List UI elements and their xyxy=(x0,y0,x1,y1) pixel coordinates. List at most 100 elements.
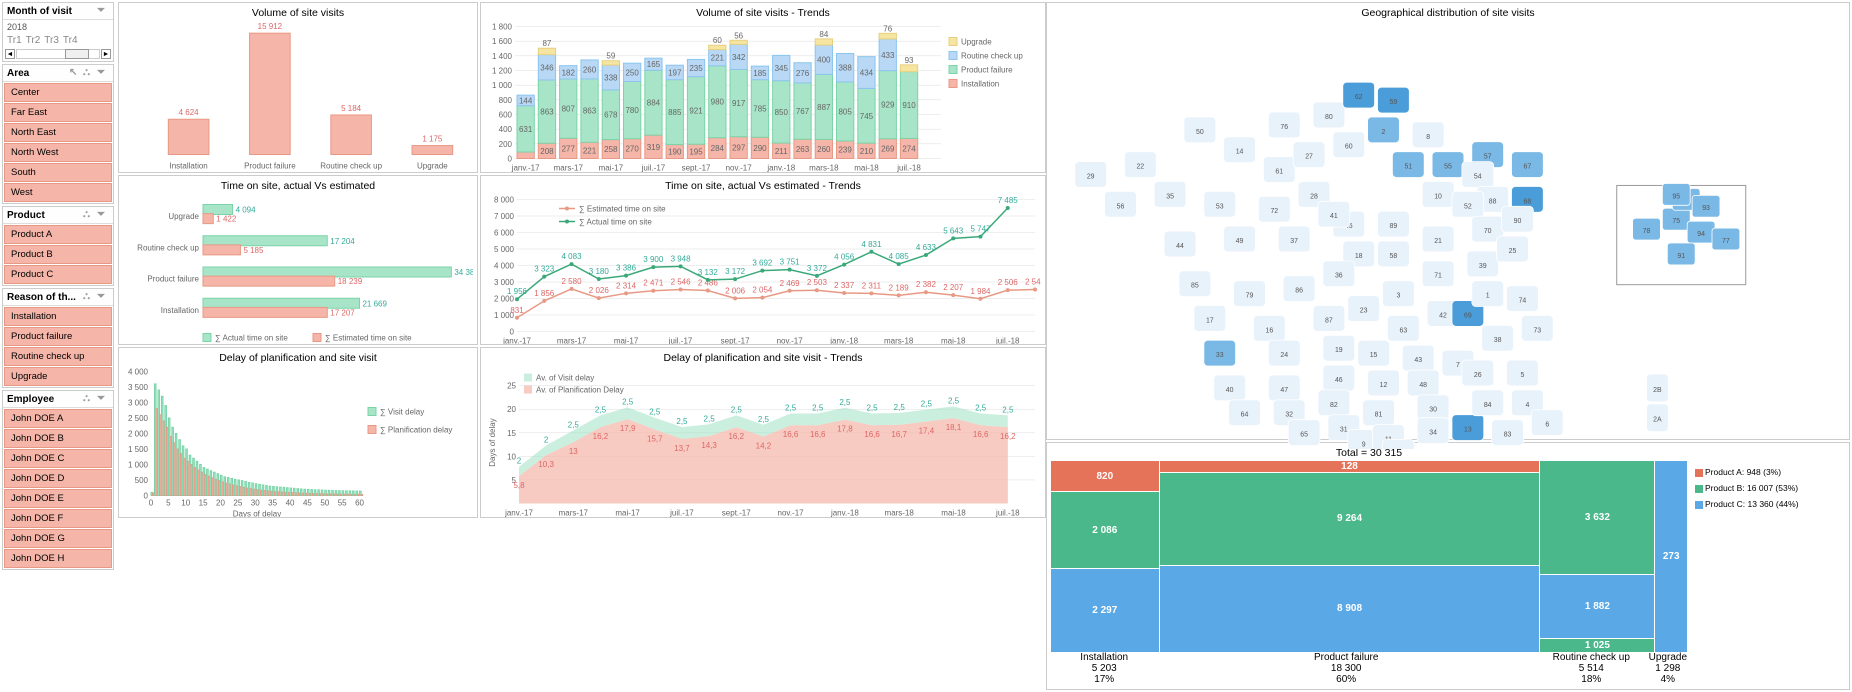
svg-text:2 382: 2 382 xyxy=(916,280,937,289)
svg-text:1 000: 1 000 xyxy=(128,461,149,470)
svg-text:∑ Actual time on site: ∑ Actual time on site xyxy=(579,217,652,226)
svg-text:3 000: 3 000 xyxy=(494,278,515,287)
svg-text:Days of delay: Days of delay xyxy=(488,418,497,466)
svg-text:2,5: 2,5 xyxy=(649,408,661,417)
svg-text:9: 9 xyxy=(1362,441,1366,448)
filter-item[interactable]: John DOE B xyxy=(4,429,112,448)
svg-text:93: 93 xyxy=(1702,205,1710,212)
filter-item[interactable]: John DOE D xyxy=(4,469,112,488)
filter-title: Reason of th... xyxy=(7,292,76,303)
svg-text:60: 60 xyxy=(355,499,364,508)
svg-text:20: 20 xyxy=(507,405,516,414)
chart-map: Geographical distribution of site visits… xyxy=(1046,2,1850,440)
svg-text:18,1: 18,1 xyxy=(946,423,962,432)
clear-filter-icon[interactable]: ⏷ xyxy=(97,67,109,79)
slider-prev[interactable]: ◄ xyxy=(5,49,15,59)
treemap-cell[interactable]: 128 xyxy=(1160,461,1540,472)
filter-item[interactable]: John DOE E xyxy=(4,489,112,508)
filter-item[interactable]: Far East xyxy=(4,103,112,122)
treemap-cell[interactable]: 2 086 xyxy=(1051,492,1159,568)
filter-item[interactable]: Product C xyxy=(4,265,112,284)
filter-item[interactable]: John DOE G xyxy=(4,529,112,548)
treemap-cell[interactable]: 820 xyxy=(1051,461,1159,491)
filter-item[interactable]: Product B xyxy=(4,245,112,264)
treemap-cell[interactable]: 1 025 xyxy=(1540,639,1654,652)
treemap-cell[interactable]: 9 264 xyxy=(1160,473,1540,565)
svg-text:200: 200 xyxy=(499,140,513,149)
filter-item[interactable]: John DOE C xyxy=(4,449,112,468)
svg-text:16,6: 16,6 xyxy=(810,430,826,439)
svg-text:7 485: 7 485 xyxy=(998,195,1019,204)
svg-text:77: 77 xyxy=(1722,238,1730,245)
multi-select-icon[interactable]: ⛬ xyxy=(83,209,95,221)
svg-text:23: 23 xyxy=(1360,307,1368,314)
filter-item[interactable]: Upgrade xyxy=(4,367,112,386)
month-slider[interactable]: ◄► xyxy=(3,47,113,61)
clear-filter-icon[interactable]: ⏷ xyxy=(97,209,109,221)
multi-select-icon[interactable]: ⛬ xyxy=(83,393,95,405)
svg-text:mars-18: mars-18 xyxy=(809,164,839,173)
svg-text:82: 82 xyxy=(1330,402,1338,409)
svg-text:921: 921 xyxy=(689,106,703,115)
filter-item[interactable]: Installation xyxy=(4,307,112,326)
svg-text:1 800: 1 800 xyxy=(492,23,513,32)
svg-text:182: 182 xyxy=(562,68,576,77)
filter-item[interactable]: South xyxy=(4,163,112,182)
filter-item[interactable]: John DOE A xyxy=(4,409,112,428)
svg-text:Installation: Installation xyxy=(961,80,999,89)
filter-item[interactable]: Product failure xyxy=(4,327,112,346)
filter-icon[interactable]: ⏷ xyxy=(97,5,109,17)
treemap-cell[interactable]: 8 908 xyxy=(1160,566,1540,652)
clear-filter-icon[interactable]: ⏷ xyxy=(97,393,109,405)
svg-text:3 692: 3 692 xyxy=(752,258,773,267)
svg-text:19: 19 xyxy=(1335,347,1343,354)
svg-text:3 386: 3 386 xyxy=(616,263,637,272)
svg-text:1 175: 1 175 xyxy=(422,135,443,144)
svg-text:269: 269 xyxy=(881,145,895,154)
clear-filter-icon[interactable]: ⏷ xyxy=(97,291,109,303)
multi-select-icon[interactable]: ⛬ xyxy=(83,291,95,303)
chart-grid: Volume of site visits4 624Installation15… xyxy=(116,0,1044,692)
svg-text:274: 274 xyxy=(902,144,916,153)
treemap-cell[interactable]: 3 632 xyxy=(1540,461,1654,574)
svg-text:24: 24 xyxy=(1280,352,1288,359)
svg-text:14: 14 xyxy=(1236,149,1244,156)
svg-text:67: 67 xyxy=(1524,164,1532,171)
svg-text:807: 807 xyxy=(562,105,576,114)
svg-text:55: 55 xyxy=(1444,164,1452,171)
svg-text:2 500: 2 500 xyxy=(128,414,149,423)
filter-title: Month of visit xyxy=(7,6,72,17)
svg-text:270: 270 xyxy=(625,145,639,154)
svg-text:0: 0 xyxy=(510,327,515,336)
svg-text:34: 34 xyxy=(1429,430,1437,437)
filter-title: Employee xyxy=(7,394,54,405)
svg-text:12: 12 xyxy=(1380,382,1388,389)
svg-text:3 172: 3 172 xyxy=(725,267,746,276)
filter-product: Product⛬⏷ Product AProduct BProduct C xyxy=(2,206,114,286)
svg-text:17,9: 17,9 xyxy=(620,424,636,433)
filter-item[interactable]: John DOE H xyxy=(4,549,112,568)
filter-item[interactable]: Center xyxy=(4,83,112,102)
filter-item[interactable]: West xyxy=(4,183,112,202)
cursor-icon: ↖ xyxy=(69,67,81,79)
slider-thumb[interactable] xyxy=(65,49,89,59)
svg-text:16,6: 16,6 xyxy=(864,430,880,439)
treemap-cell[interactable]: 273 xyxy=(1655,461,1687,652)
filter-item[interactable]: John DOE F xyxy=(4,509,112,528)
filter-sidebar: Month of visit⏷ 2018 Tr1Tr2Tr3Tr4 ◄► Are… xyxy=(0,0,116,692)
svg-text:32: 32 xyxy=(1285,412,1293,419)
treemap-cell[interactable]: 2 297 xyxy=(1051,569,1159,652)
svg-text:44: 44 xyxy=(1176,243,1184,250)
svg-text:2,5: 2,5 xyxy=(704,414,716,423)
svg-text:7 000: 7 000 xyxy=(494,212,515,221)
filter-item[interactable]: Product A xyxy=(4,225,112,244)
multi-select-icon[interactable]: ⛬ xyxy=(83,67,95,79)
filter-item[interactable]: North West xyxy=(4,143,112,162)
svg-text:2,5: 2,5 xyxy=(622,397,634,406)
slider-next[interactable]: ► xyxy=(101,49,111,59)
svg-text:1 984: 1 984 xyxy=(970,286,991,295)
filter-item[interactable]: Routine check up xyxy=(4,347,112,366)
treemap-cell[interactable]: 1 882 xyxy=(1540,575,1654,637)
filter-item[interactable]: North East xyxy=(4,123,112,142)
svg-text:42: 42 xyxy=(1439,312,1447,319)
